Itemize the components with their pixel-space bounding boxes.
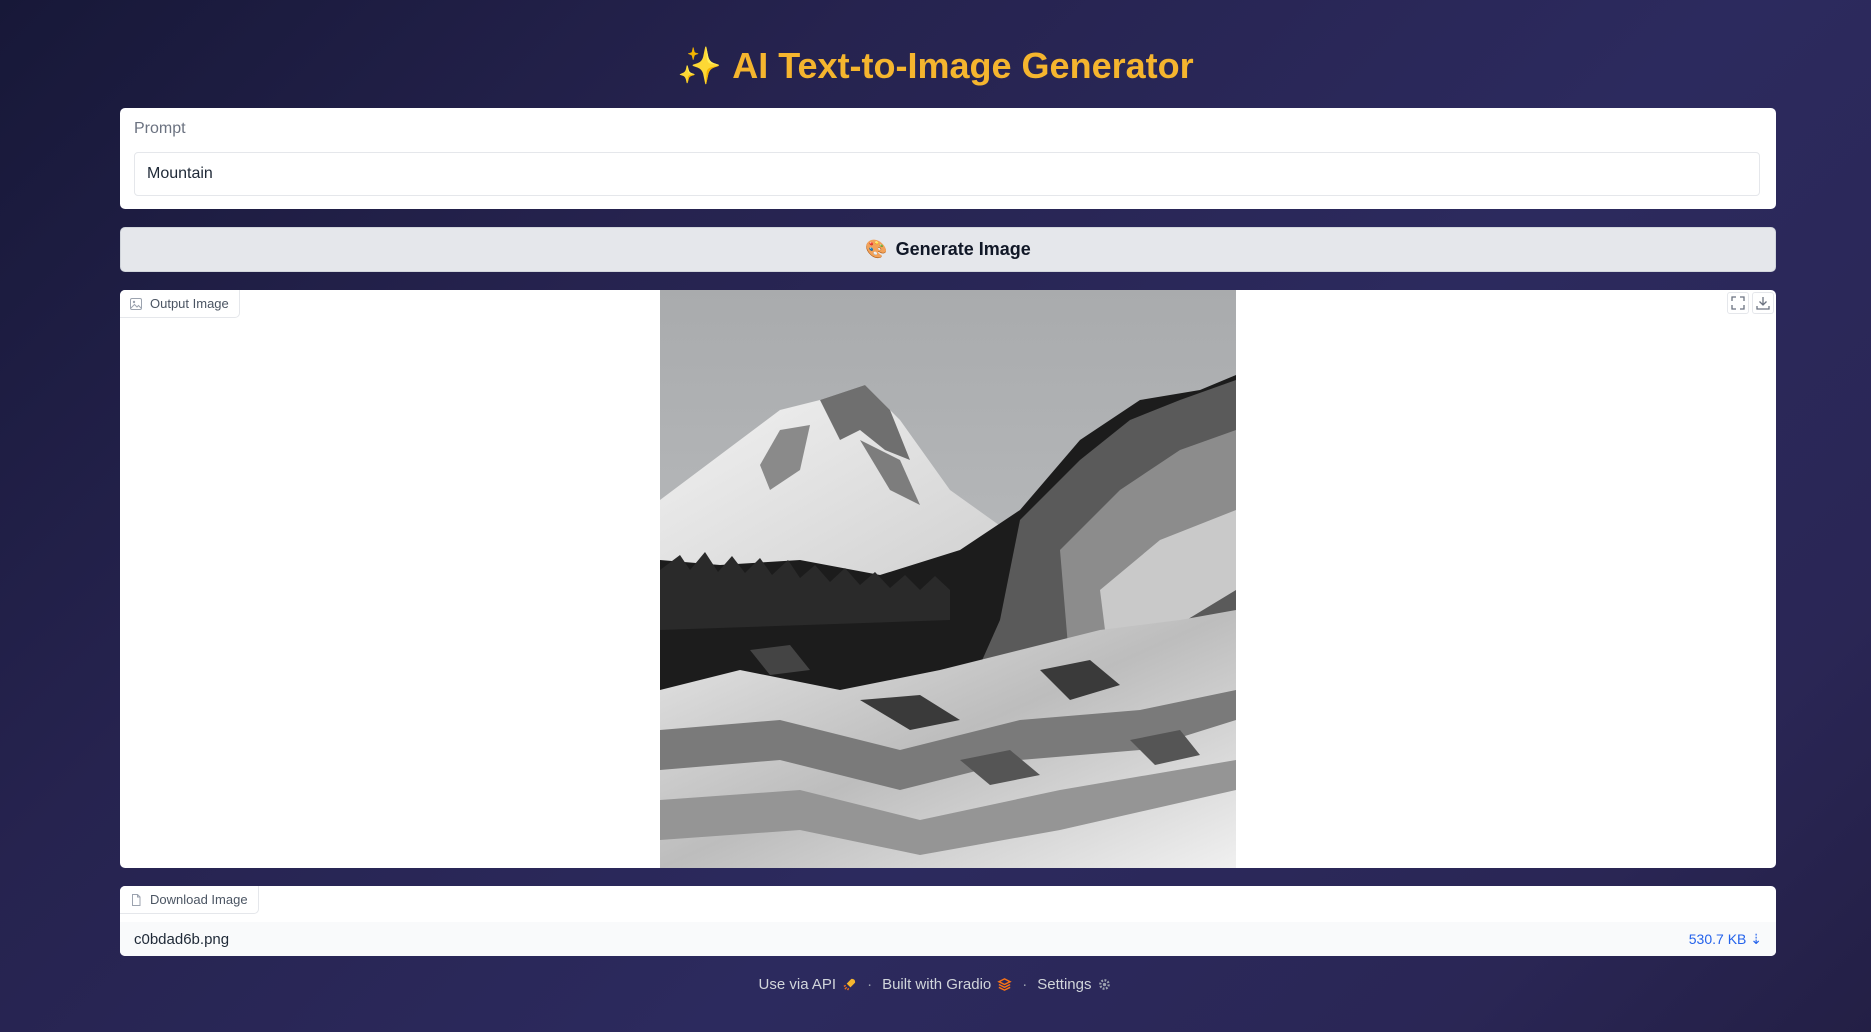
settings-link[interactable]: Settings [1037, 976, 1112, 993]
use-via-api-link[interactable]: Use via API [759, 976, 858, 993]
download-button[interactable] [1752, 292, 1774, 314]
download-image-label-text: Download Image [150, 892, 248, 907]
file-name: c0bdad6b.png [134, 930, 230, 948]
file-download-link[interactable]: 530.7 KB ⇣ [1689, 931, 1762, 948]
fullscreen-button[interactable] [1727, 292, 1749, 314]
gear-icon [1099, 979, 1111, 990]
snowy-mountain-image[interactable] [660, 290, 1236, 868]
output-image-label: Output Image [120, 290, 240, 318]
file-icon [132, 893, 141, 906]
artist-palette-icon: 🎨 [865, 239, 888, 259]
page-title: ✨ AI Text-to-Image Generator [0, 40, 1871, 92]
image-icon [130, 297, 142, 310]
download-image-label: Download Image [120, 886, 259, 914]
generate-image-label: Generate Image [895, 239, 1031, 259]
use-via-api-label: Use via API [758, 976, 837, 993]
sparkles-icon: ✨ [677, 45, 723, 86]
output-image-label-text: Output Image [150, 296, 229, 311]
download-image-block: Download Image c0bdad6b.png 530.7 KB ⇣ [120, 886, 1776, 956]
download-icon [1756, 297, 1770, 310]
settings-label: Settings [1037, 976, 1092, 993]
prompt-label: Prompt [134, 120, 186, 137]
generate-image-button[interactable]: 🎨 Generate Image [120, 227, 1776, 272]
footer-separator: · [1022, 976, 1028, 993]
gradio-logo-icon [997, 978, 1012, 991]
prompt-block: Prompt [120, 108, 1776, 209]
built-with-gradio-label: Built with Gradio [882, 976, 992, 993]
mountain-photo [660, 290, 1236, 868]
prompt-input[interactable] [134, 152, 1760, 196]
built-with-gradio-link[interactable]: Built with Gradio [882, 976, 1012, 993]
rocket-icon [843, 978, 856, 991]
footer-separator: · [867, 976, 873, 993]
footer: Use via API · Built with Gradio · Settin… [0, 976, 1871, 993]
page-title-text: AI Text-to-Image Generator [732, 45, 1194, 86]
fullscreen-icon [1731, 296, 1745, 310]
file-row: c0bdad6b.png 530.7 KB ⇣ [120, 922, 1776, 956]
output-image-block: Output Image [120, 290, 1776, 868]
